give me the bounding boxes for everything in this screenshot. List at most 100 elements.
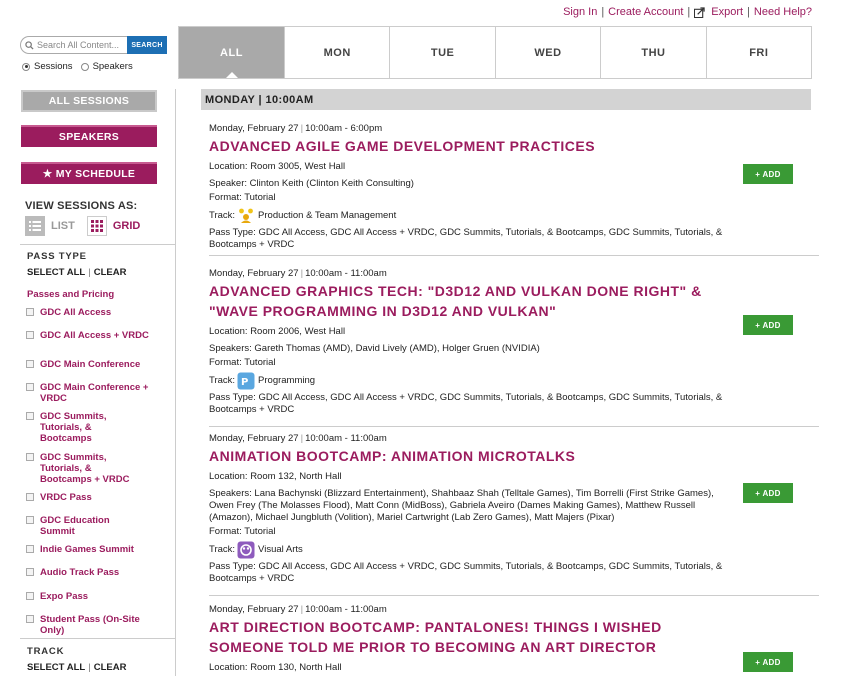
session-location: Location: Room 3005, West Hall	[209, 161, 346, 172]
session-divider	[209, 255, 819, 256]
session-speakers: Speakers: Lana Bachynski (Blizzard Enter…	[209, 488, 714, 523]
session-item: Monday, February 27 | 10:00am - 6:00pm ADV…	[209, 123, 819, 251]
session-location: Location: Room 130, North Hall	[209, 662, 342, 673]
speakers-button[interactable]: SPEAKERS	[21, 125, 157, 147]
session-location: Location: Room 132, North Hall	[209, 471, 342, 482]
pass-checkbox[interactable]	[26, 308, 34, 316]
pass-filter-item[interactable]: GDC Main Conference + VRDC	[26, 382, 150, 404]
session-time: Monday, February 27 | 10:00am - 6:00pm	[209, 123, 383, 134]
session-item: Monday, February 27 | 10:00am - 11:00am AN…	[209, 433, 819, 585]
pass-filter-item[interactable]: GDC All Access	[26, 307, 150, 318]
session-pass-type: Pass Type: GDC All Access, GDC All Acces…	[209, 227, 723, 250]
radio-speakers-dot[interactable]	[80, 62, 89, 71]
search-button[interactable]: SEARCH	[127, 36, 167, 54]
session-track: Track: Visual Arts	[209, 541, 734, 559]
session-track: Track: Production & Team Management	[209, 207, 734, 225]
session-location: Location: Room 2006, West Hall	[209, 326, 346, 337]
session-title[interactable]: ANIMATION BOOTCAMP: ANIMATION MICROTALKS	[209, 446, 739, 466]
radio-sessions-dot[interactable]	[22, 62, 30, 71]
session-time: Monday, February 27 | 10:00am - 11:00am	[209, 604, 387, 615]
pass-checkbox[interactable]	[26, 412, 34, 420]
tab-tue[interactable]: TUE	[389, 27, 494, 78]
session-pass-type: Pass Type: GDC All Access, GDC All Acces…	[209, 392, 723, 415]
pass-checkbox[interactable]	[26, 360, 34, 368]
pass-checkbox[interactable]	[26, 383, 34, 391]
tab-fri[interactable]: FRI	[705, 27, 811, 78]
session-track: Track: P Programming	[209, 372, 734, 390]
export-link[interactable]: Export	[711, 6, 743, 18]
session-format: Format: Tutorial	[209, 357, 276, 368]
pass-filter-item[interactable]: GDC All Access + VRDC	[26, 330, 150, 341]
tab-mon[interactable]: MON	[284, 27, 389, 78]
pass-checkbox[interactable]	[26, 493, 34, 501]
session-divider	[209, 426, 819, 427]
search-box: SEARCH	[20, 36, 167, 54]
tab-wed[interactable]: WED	[494, 27, 600, 78]
session-divider	[209, 595, 819, 596]
create-account-link[interactable]: Create Account	[608, 6, 683, 18]
tab-thu[interactable]: THU	[600, 27, 705, 78]
add-to-schedule-button[interactable]: + ADD	[743, 483, 793, 503]
session-title[interactable]: ADVANCED AGILE GAME DEVELOPMENT PRACTICE…	[209, 136, 739, 156]
tab-all[interactable]: ALL	[179, 27, 284, 78]
pass-checkbox[interactable]	[26, 568, 34, 576]
pass-filter-item[interactable]: GDC Summits, Tutorials, & Bootcamps + VR…	[26, 452, 145, 485]
pass-filter-item[interactable]: Audio Track Pass	[26, 567, 150, 578]
pass-filter-item[interactable]: GDC Summits, Tutorials, & Bootcamps	[26, 411, 120, 444]
export-icon[interactable]	[694, 6, 705, 18]
search-icon	[25, 40, 34, 50]
need-help-link[interactable]: Need Help?	[754, 6, 812, 18]
pass-filter-item[interactable]: Student Pass (On-Site Only)	[26, 614, 150, 636]
pass-checkbox[interactable]	[26, 545, 34, 553]
sidebar-divider	[20, 638, 176, 639]
list-view-icon[interactable]	[25, 216, 45, 236]
pass-checkbox[interactable]	[26, 615, 34, 623]
grid-view-label[interactable]: GRID	[113, 220, 141, 232]
pass-checkbox[interactable]	[26, 453, 34, 461]
pass-select-all[interactable]: SELECT ALL	[27, 267, 85, 278]
svg-text:P: P	[241, 377, 248, 388]
day-tabs: ALL MON TUE WED THU FRI	[178, 26, 812, 79]
search-input[interactable]	[37, 40, 127, 50]
view-sessions-as-label: VIEW SESSIONS AS:	[25, 200, 138, 212]
pass-filter-item[interactable]: Expo Pass	[26, 591, 150, 602]
account-links: Sign In | Create Account | Export | Need…	[563, 6, 812, 18]
track-select-controls: SELECT ALL | CLEAR	[27, 662, 127, 673]
track-clear[interactable]: CLEAR	[94, 662, 127, 673]
pass-filter-item[interactable]: GDC Main Conference	[26, 359, 150, 370]
all-sessions-button[interactable]: ALL SESSIONS	[21, 90, 157, 112]
list-view-label[interactable]: LIST	[51, 220, 75, 232]
session-pass-type: Pass Type: GDC All Access, GDC All Acces…	[209, 561, 723, 584]
session-format: Format: Tutorial	[209, 526, 276, 537]
session-title[interactable]: ADVANCED GRAPHICS TECH: "D3D12 AND VULKA…	[209, 281, 739, 321]
track-select-all[interactable]: SELECT ALL	[27, 662, 85, 673]
pass-checkbox[interactable]	[26, 592, 34, 600]
session-title[interactable]: ART DIRECTION BOOTCAMP: PANTALONES! THIN…	[209, 617, 739, 657]
session-time: Monday, February 27 | 10:00am - 11:00am	[209, 433, 387, 444]
pass-type-select-controls: SELECT ALL | CLEAR	[27, 267, 127, 278]
passes-and-pricing-link[interactable]: Passes and Pricing	[27, 289, 114, 300]
add-to-schedule-button[interactable]: + ADD	[743, 315, 793, 335]
radio-speakers[interactable]: Speakers	[80, 61, 133, 72]
pass-filter-item[interactable]: VRDC Pass	[26, 492, 150, 503]
pass-checkbox[interactable]	[26, 516, 34, 524]
add-to-schedule-button[interactable]: + ADD	[743, 652, 793, 672]
grid-view-icon[interactable]	[86, 216, 107, 236]
add-to-schedule-button[interactable]: + ADD	[743, 164, 793, 184]
pass-clear[interactable]: CLEAR	[94, 267, 127, 278]
session-speakers: Speakers: Gareth Thomas (AMD), David Liv…	[209, 343, 540, 354]
search-scope: Sessions Speakers	[22, 61, 133, 72]
my-schedule-button[interactable]: ★ MY SCHEDULE	[21, 162, 157, 184]
radio-sessions[interactable]: Sessions	[22, 61, 73, 72]
visual-arts-icon	[237, 541, 255, 559]
sign-in-link[interactable]: Sign In	[563, 6, 597, 18]
pass-filter-item[interactable]: GDC Education Summit	[26, 515, 130, 537]
sidebar: ALL SESSIONS SPEAKERS ★ MY SCHEDULE VIEW…	[0, 89, 176, 676]
pass-filter-item[interactable]: Indie Games Summit	[26, 544, 160, 555]
session-time: Monday, February 27 | 10:00am - 11:00am	[209, 268, 387, 279]
session-speakers: Speaker: Clinton Keith (Clinton Keith Co…	[209, 178, 414, 189]
pass-checkbox[interactable]	[26, 331, 34, 339]
sidebar-divider	[20, 244, 176, 245]
session-item: Monday, February 27 | 10:00am - 11:00am AR…	[209, 604, 819, 674]
search-input-wrap	[20, 36, 127, 54]
